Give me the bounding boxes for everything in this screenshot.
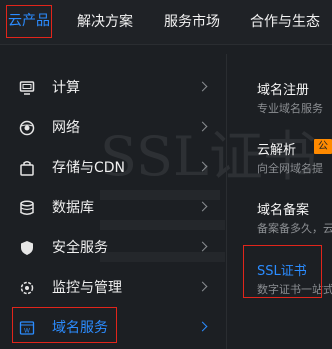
product-title: 云解析 [257,143,297,158]
menu-item-database[interactable]: 数据库 [0,188,226,228]
ssl-highlight [243,245,322,298]
top-nav: 云产品 解决方案 服务市场 合作与生态 [0,0,332,45]
tab-cloud-products[interactable]: 云产品 [6,5,52,38]
chevron-right-icon [197,241,208,252]
bag-icon [20,161,34,176]
menu-item-compute[interactable]: 计算 [0,68,226,108]
chevron-right-icon [197,321,208,332]
tab-service-market[interactable]: 服务市场 [164,0,220,44]
chevron-right-icon [197,201,208,212]
menu-item-label: 网络 [52,120,80,136]
menu-item-label: 安全服务 [52,240,108,256]
monitor-settings-icon [20,281,34,295]
category-menu: 计算 网络 存储与CDN 数据库 安全服务 监控与管理 W 域名服务 [0,68,226,348]
product-title: 域名注册 [257,83,310,98]
chevron-right-icon [197,81,208,92]
shield-icon [21,241,33,255]
menu-item-label: 监控与管理 [52,280,122,296]
monitor-icon [19,81,35,95]
menu-item-label: 数据库 [52,200,94,216]
product-title: 域名备案 [257,203,310,218]
chevron-right-icon [197,121,208,132]
menu-item-label: 存储与CDN [52,160,126,176]
database-icon [20,200,34,215]
globe-icon [19,120,35,136]
product-desc: 向全网域名提 [257,162,323,175]
menu-item-storage-cdn[interactable]: 存储与CDN [0,148,226,188]
product-desc: 专业域名服务 [257,102,323,115]
divider [226,54,227,349]
tab-partners[interactable]: 合作与生态 [250,0,320,44]
product-desc: 备案备多久，云 [257,222,332,235]
menu-item-network[interactable]: 网络 [0,108,226,148]
selection-highlight [12,307,117,343]
status-badge: 公 [314,139,332,154]
tab-solutions[interactable]: 解决方案 [77,0,133,44]
chevron-right-icon [197,161,208,172]
menu-item-monitoring[interactable]: 监控与管理 [0,268,226,308]
menu-item-security[interactable]: 安全服务 [0,228,226,268]
chevron-right-icon [197,281,208,292]
menu-item-label: 计算 [52,80,80,96]
